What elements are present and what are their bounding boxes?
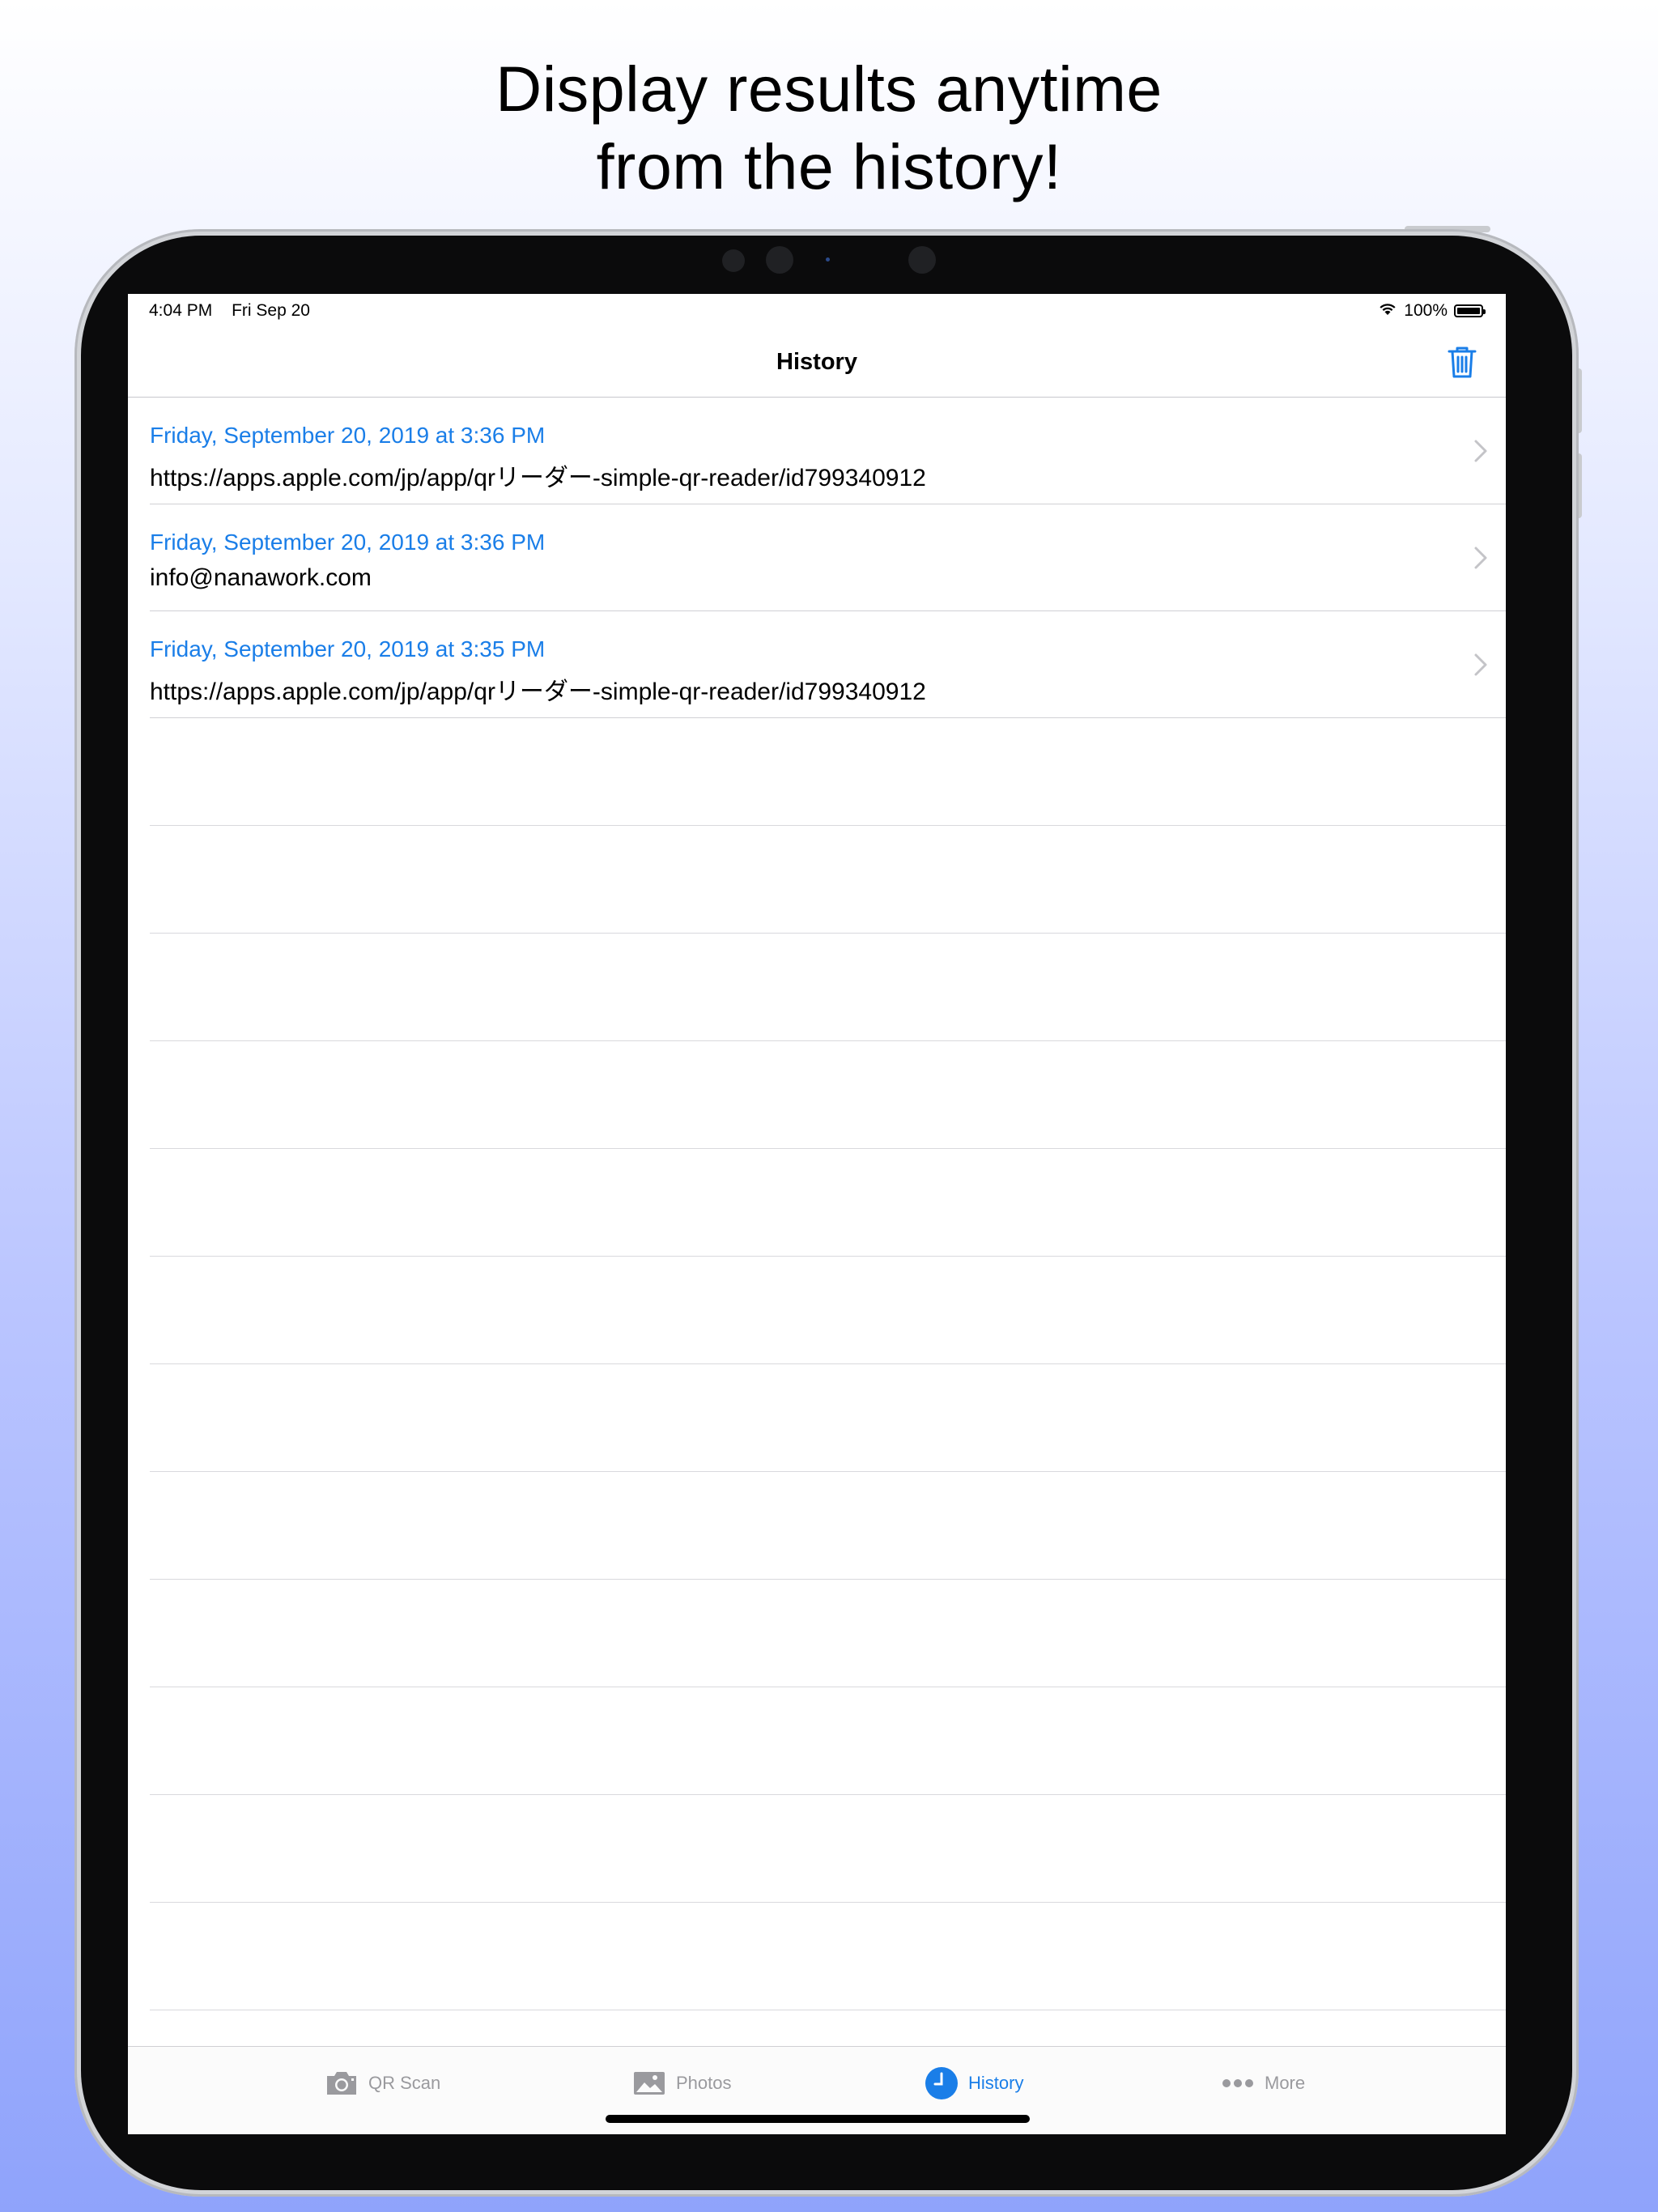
camera-icon bbox=[325, 2069, 359, 2097]
empty-row-separator bbox=[150, 826, 1506, 934]
dot-projector bbox=[908, 246, 936, 274]
front-camera bbox=[766, 246, 793, 274]
chevron-right-icon bbox=[1474, 440, 1487, 462]
battery-percent: 100% bbox=[1404, 301, 1448, 320]
tab-label: History bbox=[968, 2073, 1024, 2093]
history-date: Friday, September 20, 2019 at 3:36 PM bbox=[150, 423, 546, 448]
photos-icon bbox=[632, 2070, 666, 2096]
history-list: Friday, September 20, 2019 at 3:36 PM ht… bbox=[128, 398, 1506, 2010]
empty-row-separator bbox=[150, 1149, 1506, 1257]
history-row[interactable]: Friday, September 20, 2019 at 3:35 PM ht… bbox=[150, 611, 1506, 718]
history-value: https://apps.apple.com/jp/app/qrリーダー-sim… bbox=[150, 465, 926, 491]
empty-row-separator bbox=[150, 1364, 1506, 1472]
tab-label: Photos bbox=[676, 2073, 732, 2093]
trash-icon bbox=[1448, 347, 1477, 378]
history-value: info@nanawork.com bbox=[150, 564, 372, 591]
history-date: Friday, September 20, 2019 at 3:36 PM bbox=[150, 530, 546, 555]
chevron-right-icon bbox=[1474, 653, 1487, 676]
chevron-right-icon bbox=[1474, 547, 1487, 569]
tab-photos[interactable]: Photos bbox=[632, 2047, 732, 2120]
tab-label: QR Scan bbox=[368, 2073, 441, 2093]
caption-line-2: from the history! bbox=[596, 130, 1062, 202]
clock-icon bbox=[925, 2066, 959, 2100]
promo-caption: Display results anytime from the history… bbox=[0, 50, 1658, 206]
tab-qr-scan[interactable]: QR Scan bbox=[325, 2047, 440, 2120]
home-indicator[interactable] bbox=[606, 2115, 1030, 2123]
tab-label: More bbox=[1265, 2073, 1306, 2093]
empty-row-separator bbox=[150, 1903, 1506, 2010]
status-bar: 4:04 PM Fri Sep 20 100% bbox=[128, 294, 1506, 326]
navigation-bar: History bbox=[128, 326, 1506, 398]
wifi-icon bbox=[1378, 301, 1397, 321]
empty-row-separator bbox=[150, 1687, 1506, 1795]
history-date: Friday, September 20, 2019 at 3:35 PM bbox=[150, 636, 546, 661]
more-icon bbox=[1221, 2078, 1255, 2089]
app-screen: 4:04 PM Fri Sep 20 100% History Friday, … bbox=[128, 294, 1506, 2134]
history-value: https://apps.apple.com/jp/app/qrリーダー-sim… bbox=[150, 678, 926, 705]
status-time: 4:04 PM bbox=[149, 301, 213, 320]
tab-more[interactable]: More bbox=[1221, 2047, 1305, 2120]
camera-sensor bbox=[722, 249, 745, 272]
empty-row-separator bbox=[150, 1472, 1506, 1580]
page-title: History bbox=[776, 349, 857, 375]
empty-row-separator bbox=[150, 718, 1506, 826]
tab-history[interactable]: History bbox=[925, 2047, 1023, 2120]
history-row[interactable]: Friday, September 20, 2019 at 3:36 PM in… bbox=[150, 504, 1506, 611]
empty-row-separator bbox=[150, 1041, 1506, 1149]
empty-row-separator bbox=[150, 1257, 1506, 1364]
empty-row-separator bbox=[150, 1580, 1506, 1687]
battery-icon bbox=[1454, 304, 1486, 317]
caption-line-1: Display results anytime bbox=[495, 53, 1163, 125]
flood-illuminator bbox=[826, 257, 830, 262]
empty-row-separator bbox=[150, 1795, 1506, 1903]
status-date: Fri Sep 20 bbox=[232, 301, 310, 320]
tab-bar: QR Scan Photos History More bbox=[128, 2046, 1506, 2134]
trash-button[interactable] bbox=[1446, 344, 1478, 380]
empty-row-separator bbox=[150, 934, 1506, 1041]
history-row[interactable]: Friday, September 20, 2019 at 3:36 PM ht… bbox=[150, 398, 1506, 504]
